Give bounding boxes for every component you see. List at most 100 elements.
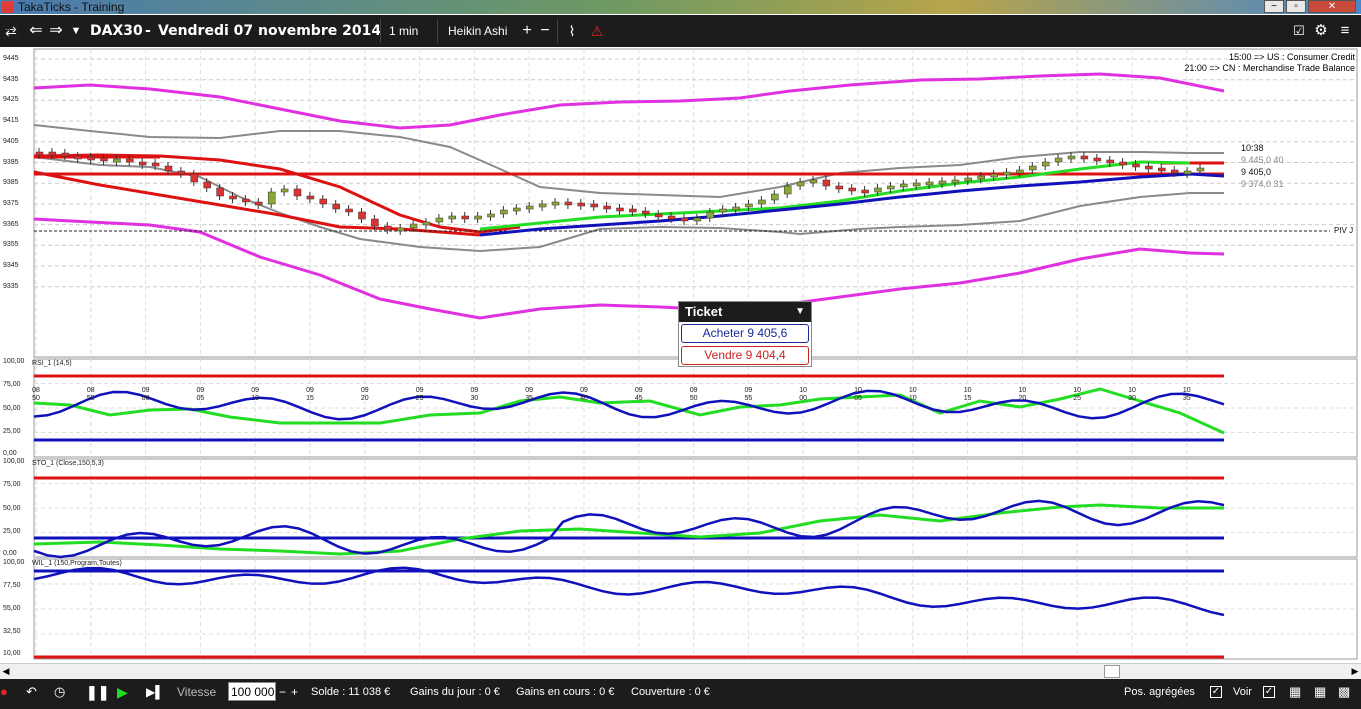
scroll-thumb[interactable]: [1104, 665, 1120, 678]
zoom-in-button[interactable]: +: [520, 15, 534, 47]
scroll-left-icon[interactable]: ◀: [0, 664, 12, 679]
arrow-right-icon[interactable]: ⇒: [48, 15, 64, 47]
candle: [603, 205, 611, 210]
rsi-axis-label: 25,00: [3, 428, 21, 435]
candle: [280, 188, 289, 193]
dropdown-icon[interactable]: ▼: [68, 15, 84, 47]
candle: [900, 183, 908, 188]
candle: [1145, 165, 1153, 170]
alert-icon[interactable]: ⚠: [588, 15, 606, 47]
price-axis-label: 9425: [3, 96, 19, 104]
menu-icon[interactable]: ≡: [1336, 15, 1354, 47]
time-axis-label: 09 35: [525, 387, 534, 402]
candle: [1003, 171, 1011, 176]
price-axis-label: 9445: [3, 55, 19, 62]
history-icon[interactable]: ◷: [54, 679, 65, 709]
window-title: TakaTicks - Training: [18, 0, 125, 14]
zoom-out-button[interactable]: −: [538, 15, 552, 47]
rsi-axis-label: 75,00: [3, 381, 21, 388]
news-item: 15:00 => US : Consumer Credit: [1228, 52, 1355, 62]
settings-gear-icon[interactable]: ⚙: [1312, 15, 1330, 47]
candle: [138, 161, 147, 166]
time-axis-label: 09 05: [196, 387, 205, 402]
bollinger-upper-line: [33, 72, 1225, 130]
scroll-right-icon[interactable]: ▶: [1349, 664, 1361, 679]
play-icon[interactable]: ▶: [117, 679, 128, 709]
toolbar-separator: [557, 19, 558, 43]
candle: [513, 207, 521, 212]
candle: [151, 162, 160, 167]
vitesse-decrease-button[interactable]: −: [279, 679, 286, 709]
step-forward-icon[interactable]: ▶▌: [146, 679, 164, 709]
price-axis-label: 9345: [3, 262, 19, 269]
rewind-icon[interactable]: ↶: [26, 679, 37, 709]
candle: [345, 208, 353, 213]
open-gains-text: Gains en cours : 0 €: [516, 686, 615, 698]
time-axis-label: 09 10: [251, 387, 260, 402]
candle: [216, 187, 224, 197]
vitesse-increase-button[interactable]: +: [291, 679, 298, 709]
daily-gains-text: Gains du jour : 0 €: [410, 686, 500, 698]
layout-grid-full-icon[interactable]: ▩: [1338, 679, 1350, 709]
window-titlebar: TakaTicks - Training − ▫ ✕: [0, 0, 1361, 14]
candle: [371, 218, 379, 227]
balance-text: Solde : 11 038 €: [311, 686, 391, 698]
ticket-collapse-icon[interactable]: ▼: [795, 302, 805, 322]
checklist-icon[interactable]: ☑: [1290, 15, 1308, 47]
candle: [1029, 165, 1037, 171]
time-axis-label: 10 25: [1073, 387, 1082, 402]
candle: [190, 173, 199, 183]
sto-axis-label: 25,00: [3, 528, 21, 535]
candle: [203, 181, 211, 189]
candle: [525, 205, 534, 210]
time-axis-label: 10 20: [1018, 387, 1027, 402]
candle: [616, 207, 624, 212]
candle: [255, 201, 263, 206]
sell-button[interactable]: Vendre 9 404,4: [681, 346, 809, 365]
order-ticket[interactable]: Ticket ▼ Acheter 9 405,6 Vendre 9 404,4: [678, 301, 812, 367]
timeframe-select[interactable]: 1 min: [389, 15, 418, 47]
candle: [629, 208, 637, 213]
time-axis-label: 09 15: [306, 387, 314, 402]
candle: [938, 180, 947, 185]
candle: [1183, 170, 1192, 175]
sto-title: STO_1 (Close,150,5,3): [32, 460, 104, 467]
close-button[interactable]: ✕: [1308, 0, 1356, 13]
wil-axis-label: 77,50: [3, 582, 21, 589]
layout-grid-alt-icon[interactable]: ▦: [1314, 679, 1326, 709]
candle: [396, 227, 405, 232]
price-axis-label: 9405: [3, 137, 19, 145]
show-checkbox[interactable]: ✓: [1259, 679, 1275, 709]
buy-button[interactable]: Acheter 9 405,6: [681, 324, 809, 343]
candle: [654, 213, 663, 218]
candle: [1196, 167, 1205, 172]
candle: [242, 198, 250, 203]
instrument-label[interactable]: DAX30: [90, 15, 143, 47]
candle: [1119, 161, 1127, 166]
arrow-left-icon[interactable]: ⇐: [28, 15, 44, 47]
ticket-header[interactable]: Ticket ▼: [679, 302, 811, 322]
vitesse-input[interactable]: [228, 682, 276, 701]
candle: [835, 185, 844, 190]
aggregated-positions-checkbox[interactable]: ✓: [1206, 679, 1222, 709]
candle: [925, 181, 934, 186]
instrument-date-separator: -: [145, 23, 151, 39]
price-axis-label: 9385: [3, 179, 19, 187]
candle: [422, 221, 431, 226]
candle: [87, 156, 95, 161]
time-axis-label: 09 40: [580, 387, 588, 402]
layout-grid-icon[interactable]: ▦: [1289, 679, 1301, 709]
indicator-icon[interactable]: ⌇: [563, 15, 581, 47]
candle: [1093, 157, 1102, 162]
session-date: Vendredi 07 novembre 2014: [158, 23, 382, 39]
minimize-button[interactable]: −: [1264, 0, 1284, 13]
pause-icon[interactable]: ❚❚: [86, 679, 109, 709]
vitesse-label: Vitesse: [177, 685, 217, 699]
candle: [706, 211, 715, 219]
record-icon[interactable]: ●: [0, 679, 12, 709]
maximize-button[interactable]: ▫: [1286, 0, 1306, 13]
chart-style-select[interactable]: Heikin Ashi: [448, 15, 507, 47]
candle: [487, 213, 495, 218]
horizontal-scrollbar[interactable]: ◀ ▶: [0, 663, 1361, 679]
wil-title: WIL_1 (150,Program,Toutes): [32, 560, 122, 567]
